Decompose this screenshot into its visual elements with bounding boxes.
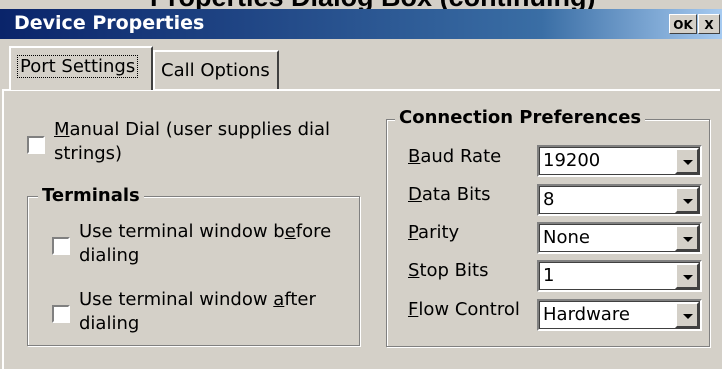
connection-preferences-title: Connection Preferences	[395, 107, 646, 129]
terminal-after-label[interactable]: Use terminal window after dialing	[79, 288, 359, 336]
data-bits-value: 8	[543, 189, 555, 210]
tab-call-options[interactable]: Call Options	[153, 50, 279, 89]
parity-text: arity	[418, 222, 460, 243]
title-bar: Device Properties OK X	[0, 9, 722, 39]
terminal-before-label[interactable]: Use terminal window before dialing	[79, 220, 359, 268]
chevron-down-icon	[683, 199, 693, 204]
flow-control-select[interactable]: Hardware	[537, 299, 702, 331]
parity-accel: P	[408, 222, 419, 243]
tab-port-settings[interactable]: Port Settings	[9, 46, 153, 90]
flow-control-text: low Control	[418, 299, 520, 320]
chevron-down-icon	[683, 275, 693, 280]
data-bits-label: Data Bits	[408, 183, 491, 207]
parity-select[interactable]: None	[537, 222, 702, 254]
stop-bits-select[interactable]: 1	[537, 260, 702, 292]
chevron-down-icon	[683, 237, 693, 242]
terminal-after-text-end: fter	[284, 289, 316, 310]
chevron-down-icon	[683, 314, 693, 319]
terminal-before-checkbox[interactable]	[52, 237, 70, 255]
parity-dropdown-button[interactable]	[675, 225, 699, 251]
terminal-before-text: Use terminal window b	[79, 221, 285, 242]
baud-rate-dropdown-button[interactable]	[675, 148, 699, 174]
manual-dial-text: anual Dial (user supplies dial	[69, 119, 331, 140]
baud-rate-select[interactable]: 19200	[537, 145, 702, 177]
manual-dial-text-line2: strings)	[54, 143, 123, 164]
data-bits-accel: D	[408, 184, 422, 205]
stop-bits-text: top Bits	[419, 260, 489, 281]
manual-dial-checkbox[interactable]	[27, 136, 45, 154]
ok-button[interactable]: OK	[669, 14, 697, 34]
terminals-group-title: Terminals	[38, 185, 144, 207]
terminal-after-line2: dialing	[79, 313, 140, 334]
flow-control-value: Hardware	[543, 304, 630, 325]
terminal-before-accel: e	[284, 221, 296, 242]
data-bits-text: ata Bits	[421, 184, 491, 205]
window-title: Device Properties	[14, 12, 205, 34]
close-button[interactable]: X	[698, 14, 720, 34]
flow-control-label: Flow Control	[408, 298, 520, 322]
parity-value: None	[543, 227, 590, 248]
stop-bits-label: Stop Bits	[408, 259, 488, 283]
terminal-after-text: Use terminal window	[79, 289, 274, 310]
chevron-down-icon	[683, 160, 693, 165]
tab-call-options-label: Call Options	[161, 60, 270, 81]
terminal-after-accel: a	[273, 289, 285, 310]
parity-label: Parity	[408, 221, 459, 245]
manual-dial-label[interactable]: Manual Dial (user supplies dial strings)	[54, 118, 374, 166]
data-bits-dropdown-button[interactable]	[675, 187, 699, 213]
tab-port-settings-label: Port Settings	[17, 55, 139, 78]
baud-rate-accel: B	[408, 146, 421, 167]
stop-bits-dropdown-button[interactable]	[675, 263, 699, 289]
baud-rate-label: Baud Rate	[408, 145, 501, 169]
flow-control-accel: F	[408, 299, 419, 320]
baud-rate-value: 19200	[543, 150, 601, 171]
terminal-before-text-end: fore	[295, 221, 332, 242]
flow-control-dropdown-button[interactable]	[675, 302, 699, 328]
stop-bits-value: 1	[543, 265, 555, 286]
manual-dial-accel: M	[54, 119, 70, 140]
terminal-before-line2: dialing	[79, 245, 140, 266]
terminal-after-checkbox[interactable]	[52, 305, 70, 323]
data-bits-select[interactable]: 8	[537, 184, 702, 216]
baud-rate-text: aud Rate	[420, 146, 502, 167]
stop-bits-accel: S	[408, 260, 420, 281]
